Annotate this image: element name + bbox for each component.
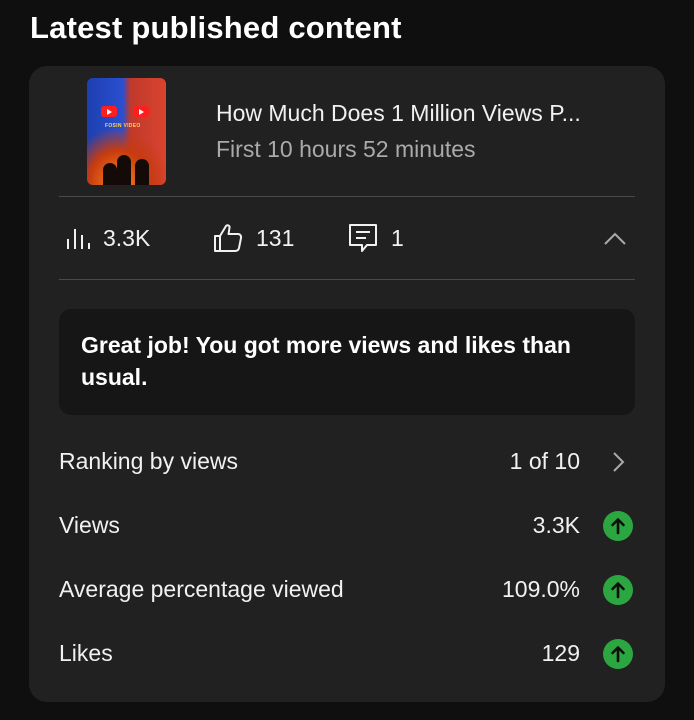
video-thumbnail[interactable]: FOSIN VIDEO [87, 78, 166, 185]
likes-count: 131 [256, 224, 295, 251]
video-time-window: First 10 hours 52 minutes [216, 136, 476, 162]
youtube-logo-icon [133, 106, 149, 117]
metric-value: 109.0% [501, 576, 580, 602]
banner-message: Great job! You got more views and likes … [81, 332, 571, 390]
thumbnail-figure [103, 163, 117, 185]
divider [59, 279, 635, 280]
metric-row-ranking[interactable]: Ranking by views 1 of 10 [59, 442, 635, 482]
comments-count: 1 [391, 224, 404, 251]
thumbnail-text: FOSIN VIDEO [105, 123, 141, 129]
thumbs-up-icon [214, 224, 243, 252]
metric-label: Average percentage viewed [59, 576, 344, 602]
metric-label: Ranking by views [59, 448, 238, 474]
video-row[interactable]: FOSIN VIDEO How Much Does 1 Million View… [29, 66, 665, 196]
performance-banner: Great job! You got more views and likes … [59, 309, 635, 415]
arrow-up-circle-icon [603, 511, 633, 541]
arrow-up-circle-icon [603, 639, 633, 669]
latest-content-page: Latest published content FOSIN VIDEO How… [0, 0, 694, 720]
chevron-right-icon[interactable] [603, 447, 633, 477]
likes-stat: 131 [212, 223, 294, 253]
metric-row-likes: Likes 129 [59, 634, 635, 674]
thumbnail-figure [117, 155, 131, 185]
thumbnail-figure [135, 159, 149, 185]
chevron-up-icon[interactable] [601, 225, 629, 253]
bar-chart-icon [67, 229, 90, 249]
comments-stat: 1 [347, 223, 404, 253]
views-stat: 3.3K [65, 223, 150, 253]
stats-row: 3.3K 131 1 [59, 197, 635, 279]
metric-label: Likes [59, 640, 113, 666]
arrow-up-circle-icon [603, 575, 633, 605]
section-title: Latest published content [30, 10, 402, 45]
video-title[interactable]: How Much Does 1 Million Views P... [216, 100, 581, 127]
latest-content-card: FOSIN VIDEO How Much Does 1 Million View… [29, 66, 665, 702]
metric-value: 129 [541, 640, 580, 666]
metric-value: 3.3K [532, 512, 580, 538]
comment-icon [349, 224, 377, 252]
metric-row-avg-percentage: Average percentage viewed 109.0% [59, 570, 635, 610]
metric-value: 1 of 10 [509, 448, 580, 474]
youtube-logo-icon [101, 106, 117, 117]
metric-row-views: Views 3.3K [59, 506, 635, 546]
views-count: 3.3K [103, 224, 151, 251]
metric-label: Views [59, 512, 120, 538]
